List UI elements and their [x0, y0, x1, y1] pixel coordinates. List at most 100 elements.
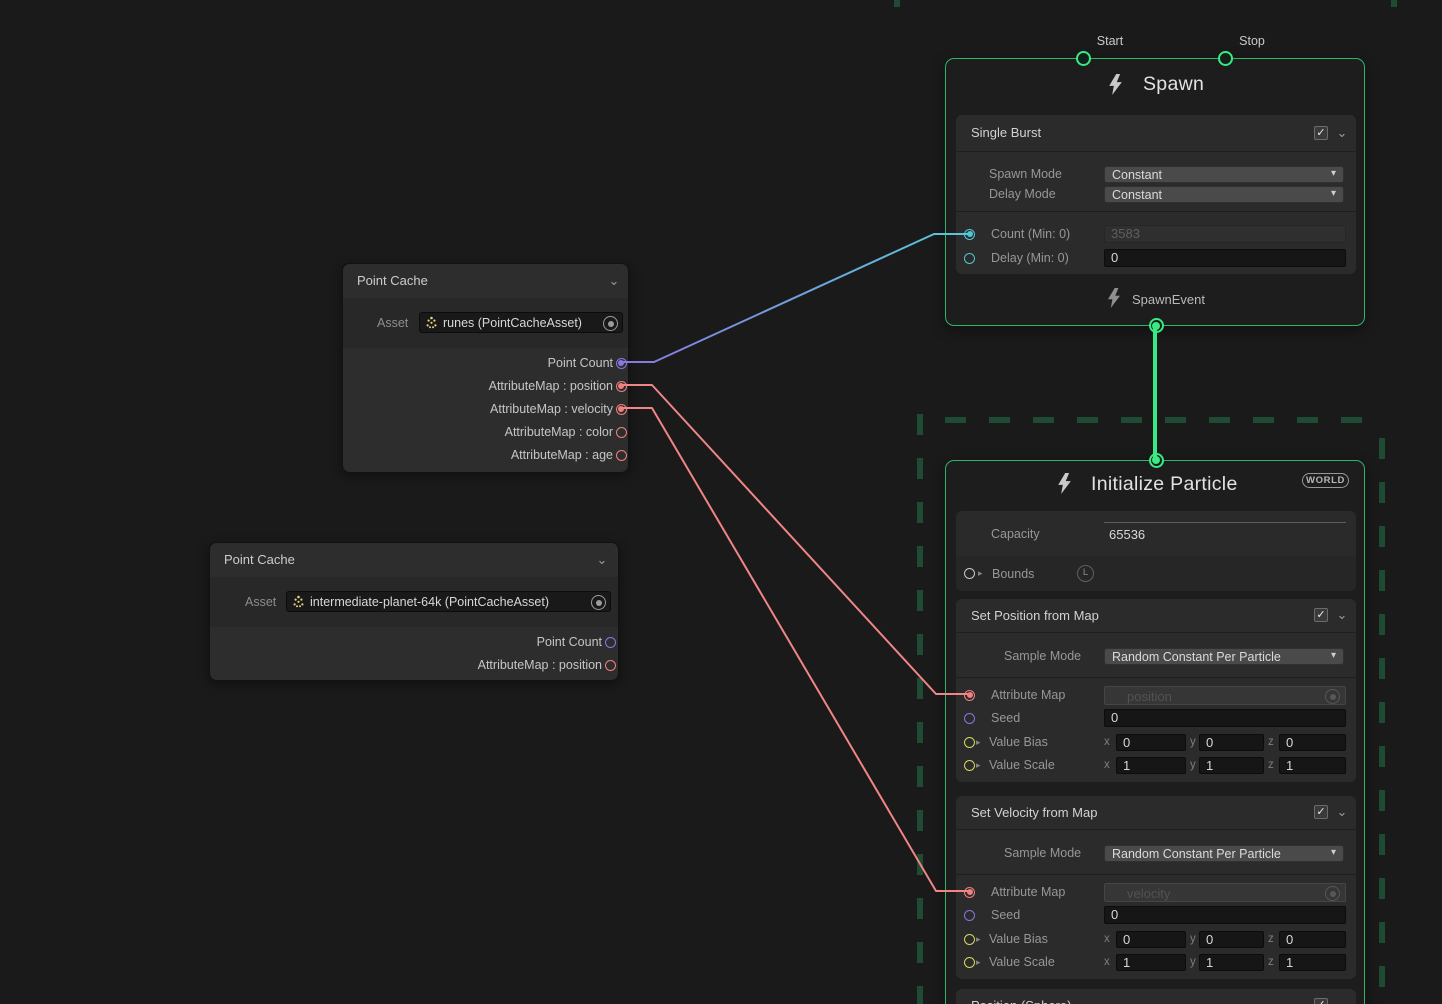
value-bias-y-field[interactable]: 0 [1199, 734, 1264, 751]
flow-input-port[interactable] [1149, 453, 1164, 468]
asset-object-field[interactable]: runes (PointCacheAsset) [419, 312, 623, 333]
flow-output-label: SpawnEvent [1132, 291, 1205, 308]
output-port-attributemap-velocity[interactable] [616, 404, 627, 415]
block-enabled-checkbox[interactable] [1314, 998, 1328, 1004]
value-scale-y-field[interactable]: 1 [1199, 954, 1264, 971]
output-port-point-count[interactable] [605, 637, 616, 648]
node-header[interactable]: Point Cache [210, 543, 618, 577]
seed-field[interactable]: 0 [1104, 906, 1346, 924]
output-port-attributemap-color[interactable] [616, 427, 627, 438]
sample-mode-value: Random Constant Per Particle [1112, 847, 1281, 861]
flow-input-port-start[interactable] [1076, 51, 1091, 66]
object-picker-icon[interactable] [1325, 886, 1340, 901]
sample-mode-dropdown[interactable]: Random Constant Per Particle [1104, 648, 1344, 665]
expander-triangle-icon[interactable] [976, 733, 981, 751]
value-scale-z-field[interactable]: 1 [1279, 757, 1346, 774]
attribute-map-value: velocity [1127, 884, 1170, 903]
input-port-attribute-map[interactable] [964, 690, 975, 701]
point-cache-node-runes[interactable]: Point Cache Asset runes (PointCacheAsset… [342, 263, 629, 471]
point-cache-node-planet[interactable]: Point Cache Asset intermediate-planet-64… [209, 542, 619, 679]
input-port-seed[interactable] [964, 713, 975, 724]
node-title: Initialize Particle [1091, 472, 1238, 496]
asset-label: Asset [245, 593, 276, 611]
collapse-chevron-icon[interactable] [594, 553, 610, 567]
edge-position-to-attribute-map[interactable] [622, 385, 968, 694]
outputs-section: Point Count AttributeMap : position Attr… [343, 348, 628, 472]
edge-point-count-to-count[interactable] [622, 234, 968, 362]
spawn-context-node[interactable]: Start Stop Spawn Single Burst Spawn Mode… [945, 58, 1365, 326]
flow-input-port-stop[interactable] [1218, 51, 1233, 66]
sample-mode-label: Sample Mode [1004, 844, 1081, 862]
block-enabled-checkbox[interactable] [1314, 126, 1328, 140]
input-port-bounds[interactable] [964, 568, 975, 579]
input-port-delay[interactable] [964, 253, 975, 264]
output-port-attributemap-age[interactable] [616, 450, 627, 461]
block-chevron-icon[interactable] [1334, 805, 1350, 819]
single-burst-block[interactable]: Single Burst Spawn Mode Constant Delay M… [956, 115, 1356, 274]
value-scale-x-field[interactable]: 1 [1116, 954, 1186, 971]
object-picker-icon[interactable] [591, 595, 606, 610]
block-chevron-icon[interactable] [1334, 608, 1350, 622]
value-bias-x-field[interactable]: 0 [1116, 931, 1186, 948]
value-scale-y-field[interactable]: 1 [1199, 757, 1264, 774]
vfx-graph-canvas[interactable]: Point Cache Asset runes (PointCacheAsset… [0, 0, 1442, 1004]
edge-velocity-to-attribute-map[interactable] [622, 408, 968, 891]
position-sphere-block[interactable]: Position (Sphere) [956, 989, 1356, 1004]
sample-mode-dropdown[interactable]: Random Constant Per Particle [1104, 845, 1344, 862]
lightning-icon [1107, 74, 1124, 95]
expander-triangle-icon[interactable] [976, 756, 981, 774]
collapse-chevron-icon[interactable] [606, 274, 622, 288]
local-space-badge[interactable]: L [1077, 565, 1094, 582]
spawn-mode-dropdown[interactable]: Constant [1104, 166, 1344, 183]
input-port-value-scale[interactable] [964, 760, 975, 771]
input-port-attribute-map[interactable] [964, 887, 975, 898]
input-port-value-bias[interactable] [964, 737, 975, 748]
value-scale-label: Value Scale [989, 953, 1055, 971]
input-port-value-scale[interactable] [964, 957, 975, 968]
object-picker-icon[interactable] [1325, 689, 1340, 704]
output-port-attributemap-position[interactable] [616, 381, 627, 392]
object-picker-icon[interactable] [603, 316, 618, 331]
output-label-attributemap-position: AttributeMap : position [478, 656, 602, 674]
set-position-from-map-block[interactable]: Set Position from Map Sample Mode Random… [956, 599, 1356, 782]
value-bias-x-field[interactable]: 0 [1116, 734, 1186, 751]
asset-object-field[interactable]: intermediate-planet-64k (PointCacheAsset… [286, 591, 611, 612]
value-bias-y-field[interactable]: 0 [1199, 931, 1264, 948]
capacity-field[interactable]: 65536 [1104, 522, 1346, 546]
input-port-value-bias[interactable] [964, 934, 975, 945]
expander-triangle-icon[interactable] [976, 930, 981, 948]
delay-label: Delay (Min: 0) [991, 249, 1069, 267]
flow-output-port-spawnevent[interactable] [1149, 318, 1164, 333]
set-velocity-from-map-block[interactable]: Set Velocity from Map Sample Mode Random… [956, 796, 1356, 979]
delay-mode-label: Delay Mode [989, 185, 1056, 203]
asset-value: intermediate-planet-64k (PointCacheAsset… [310, 592, 549, 613]
initialize-particle-context-node[interactable]: Initialize Particle WORLD Capacity 65536… [945, 460, 1365, 1004]
block-enabled-checkbox[interactable] [1314, 608, 1328, 622]
block-enabled-checkbox[interactable] [1314, 805, 1328, 819]
seed-field[interactable]: 0 [1104, 709, 1346, 727]
input-port-seed[interactable] [964, 910, 975, 921]
delay-mode-dropdown[interactable]: Constant [1104, 186, 1344, 203]
attribute-map-field[interactable]: velocity [1104, 883, 1346, 902]
value-bias-z-field[interactable]: 0 [1279, 734, 1346, 751]
asset-section: Asset runes (PointCacheAsset) [343, 298, 628, 348]
block-chevron-icon[interactable] [1334, 998, 1350, 1004]
world-space-badge[interactable]: WORLD [1302, 473, 1349, 488]
axis-label-z: z [1268, 953, 1274, 971]
output-port-attributemap-position[interactable] [605, 660, 616, 671]
expander-triangle-icon[interactable] [978, 564, 983, 582]
value-scale-x-field[interactable]: 1 [1116, 757, 1186, 774]
node-header[interactable]: Point Cache [343, 264, 628, 298]
input-port-count[interactable] [964, 229, 975, 240]
block-chevron-icon[interactable] [1334, 126, 1350, 140]
point-cache-asset-icon [425, 316, 438, 329]
delay-field[interactable]: 0 [1104, 249, 1346, 267]
attribute-map-field[interactable]: position [1104, 686, 1346, 705]
value-bias-z-field[interactable]: 0 [1279, 931, 1346, 948]
count-field[interactable]: 3583 [1104, 225, 1346, 243]
expander-triangle-icon[interactable] [976, 953, 981, 971]
axis-label-x: x [1104, 756, 1110, 774]
value-scale-z-field[interactable]: 1 [1279, 954, 1346, 971]
bounds-row: Bounds L [956, 556, 1356, 591]
output-port-point-count[interactable] [616, 358, 627, 369]
